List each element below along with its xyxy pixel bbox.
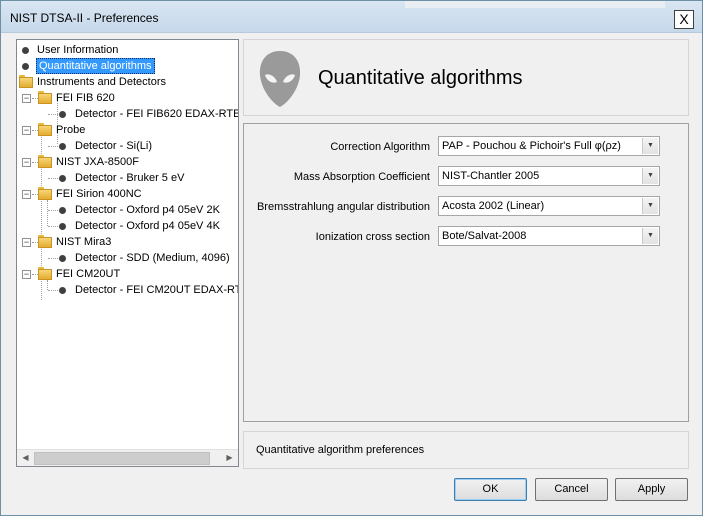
tree-item-label: NIST JXA-8500F — [56, 156, 139, 168]
tree-item-detector[interactable]: Detector - Oxford p4 05eV 2K — [17, 200, 238, 226]
folder-icon — [38, 91, 52, 104]
selected-value: Bote/Salvat-2008 — [442, 230, 527, 242]
title-bar[interactable]: NIST DTSA-II - Preferences X — [1, 1, 702, 33]
chevron-down-icon[interactable]: ▼ — [642, 228, 658, 244]
folder-icon — [38, 155, 52, 168]
page-title: Quantitative algorithms — [318, 67, 523, 89]
title-bar-highlight — [405, 1, 665, 8]
tree-item-fei-fib-620[interactable]: − FEI FIB 620 — [17, 90, 238, 106]
tree-item-detector[interactable]: Detector - Oxford p4 05eV 4K — [17, 218, 238, 234]
tree-item-nist-jxa-8500f[interactable]: − NIST JXA-8500F — [17, 154, 238, 170]
tree-connector — [48, 210, 58, 211]
ionization-cross-section-label: Ionization cross section — [315, 231, 430, 243]
folder-icon — [38, 187, 52, 200]
tree-item-label: Detector - FEI CM20UT EDAX-RTEM — [75, 284, 238, 296]
algorithm-settings-panel: Correction Algorithm PAP - Pouchou & Pic… — [243, 123, 689, 422]
bullet-icon — [22, 63, 29, 70]
collapse-icon[interactable]: − — [22, 126, 31, 135]
tree-item-detector[interactable]: Detector - FEI FIB620 EDAX-RTEM — [17, 106, 238, 122]
preferences-window: NIST DTSA-II - Preferences X User Inform… — [0, 0, 703, 516]
bullet-icon — [59, 143, 66, 150]
ok-button[interactable]: OK — [454, 478, 527, 501]
bullet-icon — [59, 223, 66, 230]
tree-item-label: Detector - Bruker 5 eV — [75, 172, 185, 184]
tree-item-probe[interactable]: − Probe — [17, 122, 238, 138]
preferences-tree[interactable]: User Information Quantitative algorithms… — [16, 39, 239, 467]
collapse-icon[interactable]: − — [22, 238, 31, 247]
tree-connector — [48, 290, 58, 291]
tree-item-detector[interactable]: Detector - SDD (Medium, 4096) — [17, 250, 238, 266]
mass-absorption-coefficient-label: Mass Absorption Coefficient — [293, 171, 430, 183]
folder-icon — [38, 123, 52, 136]
tree-connector — [48, 114, 58, 115]
tree-connector — [48, 146, 58, 147]
tree-item-label: Probe — [56, 124, 86, 136]
selected-value: Acosta 2002 (Linear) — [442, 200, 545, 212]
bullet-icon — [59, 207, 66, 214]
scrollbar-thumb[interactable] — [34, 452, 210, 465]
bullet-icon — [59, 255, 66, 262]
selected-value: NIST-Chantler 2005 — [442, 170, 540, 182]
tree-item-label: User Information — [37, 44, 119, 56]
collapse-icon[interactable]: − — [22, 94, 31, 103]
tree-item-label: Detector - Oxford p4 05eV 4K — [75, 220, 220, 232]
folder-icon — [38, 235, 52, 248]
collapse-icon[interactable]: − — [22, 158, 31, 167]
selected-value: PAP - Pouchou & Pichoir's Full φ(ρz) — [442, 140, 621, 152]
bullet-icon — [59, 111, 66, 118]
tree-connector — [47, 280, 48, 290]
bullet-icon — [59, 287, 66, 294]
tree-item-label: FEI FIB 620 — [56, 92, 115, 104]
tree-item-detector[interactable]: Detector - Si(Li) — [17, 138, 238, 154]
tree-item-label: Instruments and Detectors — [37, 76, 167, 88]
section-header: Quantitative algorithms — [243, 39, 689, 116]
bremsstrahlung-distribution-label: Bremsstrahlung angular distribution — [256, 201, 430, 213]
correction-algorithm-label: Correction Algorithm — [330, 141, 430, 153]
correction-algorithm-select[interactable]: PAP - Pouchou & Pichoir's Full φ(ρz) ▼ — [438, 136, 660, 156]
cancel-button[interactable]: Cancel — [535, 478, 608, 501]
mass-absorption-coefficient-select[interactable]: NIST-Chantler 2005 ▼ — [438, 166, 660, 186]
tree-item-detector[interactable]: Detector - Bruker 5 eV — [17, 170, 238, 186]
bremsstrahlung-distribution-select[interactable]: Acosta 2002 (Linear) ▼ — [438, 196, 660, 216]
description-panel: Quantitative algorithm preferences — [243, 431, 689, 469]
tree-connector — [48, 226, 58, 227]
bullet-icon — [22, 47, 29, 54]
window-title: NIST DTSA-II - Preferences — [10, 11, 159, 25]
scroll-right-icon[interactable]: ▶ — [221, 450, 238, 466]
tree-item-label: Detector - SDD (Medium, 4096) — [75, 252, 230, 264]
chevron-down-icon[interactable]: ▼ — [642, 198, 658, 214]
bullet-icon — [59, 175, 66, 182]
folder-icon — [19, 75, 33, 88]
collapse-icon[interactable]: − — [22, 190, 31, 199]
scroll-left-icon[interactable]: ◀ — [17, 450, 34, 466]
tree-connector — [48, 178, 58, 179]
tree-item-user-information[interactable]: User Information — [17, 42, 238, 58]
alien-head-icon — [259, 51, 301, 107]
tree-horizontal-scrollbar[interactable]: ◀ ▶ — [17, 449, 238, 466]
tree-item-label: FEI CM20UT — [56, 268, 121, 280]
tree-item-label: Detector - Oxford p4 05eV 2K — [75, 204, 220, 216]
description-text: Quantitative algorithm preferences — [256, 444, 425, 456]
close-button[interactable]: X — [674, 10, 694, 29]
tree-item-label: Detector - Si(Li) — [75, 140, 153, 152]
tree-item-label: NIST Mira3 — [56, 236, 112, 248]
tree-item-quantitative-algorithms[interactable]: Quantitative algorithms — [17, 58, 238, 74]
chevron-down-icon[interactable]: ▼ — [642, 138, 658, 154]
folder-icon — [38, 267, 52, 280]
chevron-down-icon[interactable]: ▼ — [642, 168, 658, 184]
collapse-icon[interactable]: − — [22, 270, 31, 279]
tree-item-label: Detector - FEI FIB620 EDAX-RTEM — [75, 108, 238, 120]
tree-item-nist-mira3[interactable]: − NIST Mira3 — [17, 234, 238, 250]
tree-item-instruments-and-detectors[interactable]: Instruments and Detectors — [17, 74, 238, 90]
tree-item-fei-sirion-400nc[interactable]: − FEI Sirion 400NC — [17, 186, 238, 202]
tree-item-label: FEI Sirion 400NC — [56, 188, 142, 200]
tree-item-label: Quantitative algorithms — [36, 58, 155, 74]
tree-connector — [48, 258, 58, 259]
apply-button[interactable]: Apply — [615, 478, 688, 501]
tree-item-fei-cm20ut[interactable]: − FEI CM20UT — [17, 266, 238, 282]
tree-content: User Information Quantitative algorithms… — [17, 40, 238, 450]
tree-item-detector[interactable]: Detector - FEI CM20UT EDAX-RTEM — [17, 280, 238, 298]
ionization-cross-section-select[interactable]: Bote/Salvat-2008 ▼ — [438, 226, 660, 246]
